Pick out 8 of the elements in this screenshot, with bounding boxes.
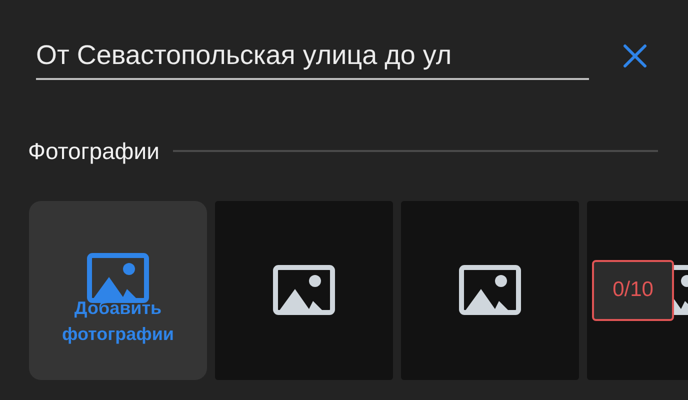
- image-icon: [87, 253, 149, 303]
- image-icon: [459, 265, 521, 315]
- section-heading: Фотографии: [28, 137, 160, 166]
- photo-slot[interactable]: [215, 200, 393, 380]
- photo-slot[interactable]: [401, 200, 579, 380]
- title-field[interactable]: От Севастопольская улица до ул: [36, 32, 589, 80]
- image-icon: [273, 265, 335, 315]
- photo-counter: 0/10: [592, 260, 674, 320]
